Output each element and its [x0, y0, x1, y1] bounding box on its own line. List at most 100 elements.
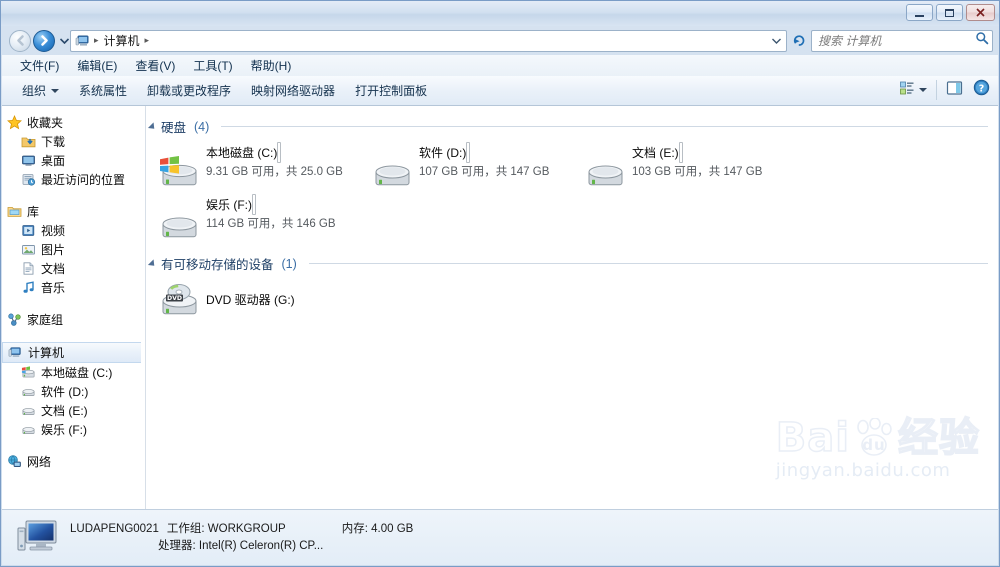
- drive-name: 本地磁盘 (C:): [206, 146, 278, 160]
- sidebar-label: 视频: [41, 224, 66, 238]
- drive-capacity-text: 9.31 GB 可用，共 25.0 GB: [206, 166, 343, 178]
- sidebar-label: 音乐: [41, 281, 66, 295]
- watermark-brand-right: 经验: [897, 415, 980, 461]
- memory-label: 内存:: [341, 522, 368, 535]
- menu-item-tools[interactable]: 工具(T): [184, 55, 241, 76]
- sidebar-item-pictures[interactable]: 图片: [2, 240, 145, 259]
- recent-places-icon: [20, 172, 36, 188]
- sidebar-label: 文档 (E:): [41, 404, 88, 418]
- computer-icon: [7, 345, 23, 361]
- system-properties-button[interactable]: 系统属性: [69, 79, 137, 102]
- system-drive-icon: [158, 150, 200, 190]
- sidebar-label: 收藏夹: [27, 116, 64, 130]
- group-divider: [308, 263, 988, 264]
- drive-info: 娱乐 (F:) 114 GB 可用，共 146 GB: [206, 194, 367, 232]
- chevron-down-icon: [919, 88, 927, 92]
- menu-item-edit[interactable]: 编辑(E): [68, 55, 126, 76]
- help-button[interactable]: ?: [969, 78, 994, 102]
- organize-label: 组织: [22, 84, 47, 98]
- drive-tile-c[interactable]: 本地磁盘 (C:) 9.31 GB 可用，共 25.0 GB: [154, 141, 367, 189]
- open-control-panel-button[interactable]: 打开控制面板: [345, 79, 437, 102]
- menu-item-view[interactable]: 查看(V): [126, 55, 184, 76]
- search-box[interactable]: 搜索 计算机: [811, 29, 993, 52]
- sidebar-item-drive-e[interactable]: 文档 (E:): [2, 401, 145, 420]
- svg-text:DVD: DVD: [167, 295, 182, 302]
- documents-icon: [20, 261, 36, 277]
- drive-info: 文档 (E:) 103 GB 可用，共 147 GB: [632, 142, 793, 180]
- minimize-button[interactable]: [906, 4, 933, 21]
- address-dropdown-icon[interactable]: [768, 31, 784, 51]
- collapse-triangle-icon[interactable]: [147, 121, 158, 132]
- sidebar-item-network[interactable]: 网络: [2, 452, 145, 471]
- sidebar-label: 网络: [27, 455, 52, 469]
- group-header-removable-storage[interactable]: 有可移动存储的设备 (1): [146, 251, 998, 276]
- group-header-hard-disks[interactable]: 硬盘 (4): [146, 114, 998, 139]
- svg-text:du: du: [862, 436, 885, 454]
- drive-capacity-text: 114 GB 可用，共 146 GB: [206, 218, 336, 230]
- library-icon: [6, 204, 22, 220]
- maximize-button[interactable]: [936, 4, 963, 21]
- drive-icon: [158, 202, 200, 242]
- toolbar: 组织 系统属性 卸载或更改程序 映射网络驱动器 打开控制面板 ?: [2, 76, 998, 106]
- hard-disk-tiles: 本地磁盘 (C:) 9.31 GB 可用，共 25.0 GB 软件 (D:) 1…: [146, 141, 998, 245]
- sidebar-item-drive-f[interactable]: 娱乐 (F:): [2, 420, 145, 439]
- help-icon: ?: [973, 79, 990, 101]
- drive-tile-d[interactable]: 软件 (D:) 107 GB 可用，共 147 GB: [367, 141, 580, 189]
- sidebar-item-computer[interactable]: 计算机: [2, 342, 141, 363]
- back-button[interactable]: [9, 29, 31, 52]
- sidebar-label: 下载: [41, 135, 66, 149]
- preview-pane-icon: [946, 80, 963, 101]
- search-input[interactable]: 搜索 计算机: [818, 32, 975, 49]
- drive-usage-bar: [678, 142, 683, 163]
- drive-name: DVD 驱动器 (G:): [206, 292, 295, 307]
- sidebar-label: 娱乐 (F:): [41, 423, 87, 437]
- history-dropdown-button[interactable]: [58, 30, 70, 52]
- sidebar-item-documents[interactable]: 文档: [2, 259, 145, 278]
- pictures-icon: [20, 242, 36, 258]
- watermark-url: jingyan.baidu.com: [775, 460, 951, 481]
- sidebar-label: 桌面: [41, 154, 66, 168]
- collapse-triangle-icon[interactable]: [147, 258, 158, 269]
- sidebar-item-desktop[interactable]: 桌面: [2, 151, 145, 170]
- sidebar-item-homegroup[interactable]: 家庭组: [2, 310, 145, 329]
- sidebar-item-downloads[interactable]: 下载: [2, 132, 145, 151]
- organize-button[interactable]: 组织: [12, 79, 69, 102]
- homegroup-icon: [6, 312, 22, 328]
- uninstall-change-program-button[interactable]: 卸载或更改程序: [137, 79, 241, 102]
- drive-icon: [20, 403, 36, 419]
- view-options-icon: [899, 80, 915, 101]
- toolbar-right-group: ?: [889, 76, 994, 104]
- forward-button[interactable]: [33, 29, 55, 52]
- title-bar: [1, 1, 999, 26]
- sidebar-item-drive-c[interactable]: 本地磁盘 (C:): [2, 363, 145, 382]
- drive-tile-dvd[interactable]: DVD DVD 驱动器 (G:): [154, 278, 367, 318]
- drive-capacity-text: 103 GB 可用，共 147 GB: [632, 166, 763, 178]
- drive-tile-f[interactable]: 娱乐 (F:) 114 GB 可用，共 146 GB: [154, 193, 367, 241]
- sidebar-item-videos[interactable]: 视频: [2, 221, 145, 240]
- breadcrumb-computer[interactable]: 计算机: [101, 31, 143, 50]
- breadcrumb-separator-2[interactable]: ▸: [143, 35, 152, 46]
- sidebar-item-music[interactable]: 音乐: [2, 278, 145, 297]
- drive-usage-bar: [466, 142, 471, 163]
- workgroup-value: WORKGROUP: [207, 522, 286, 535]
- sidebar-label: 本地磁盘 (C:): [41, 366, 113, 380]
- sidebar-item-recent-places[interactable]: 最近访问的位置: [2, 170, 145, 189]
- preview-pane-button[interactable]: [942, 78, 967, 102]
- menu-item-file[interactable]: 文件(F): [11, 55, 68, 76]
- close-button[interactable]: [966, 4, 995, 21]
- view-options-button[interactable]: [895, 78, 931, 102]
- sidebar-item-drive-d[interactable]: 软件 (D:): [2, 382, 145, 401]
- computer-icon: [75, 33, 91, 49]
- refresh-button[interactable]: [788, 30, 810, 52]
- menu-item-help[interactable]: 帮助(H): [242, 55, 301, 76]
- address-bar[interactable]: ▸ 计算机 ▸: [70, 29, 787, 52]
- map-network-drive-button[interactable]: 映射网络驱动器: [241, 79, 345, 102]
- sidebar-item-favorites[interactable]: 收藏夹: [2, 113, 145, 132]
- group-divider: [221, 126, 988, 127]
- drive-name: 娱乐 (F:): [206, 198, 252, 212]
- drive-tile-e[interactable]: 文档 (E:) 103 GB 可用，共 147 GB: [580, 141, 793, 189]
- group-count: (1): [281, 256, 297, 271]
- downloads-icon: [20, 134, 36, 150]
- sidebar-item-libraries[interactable]: 库: [2, 202, 145, 221]
